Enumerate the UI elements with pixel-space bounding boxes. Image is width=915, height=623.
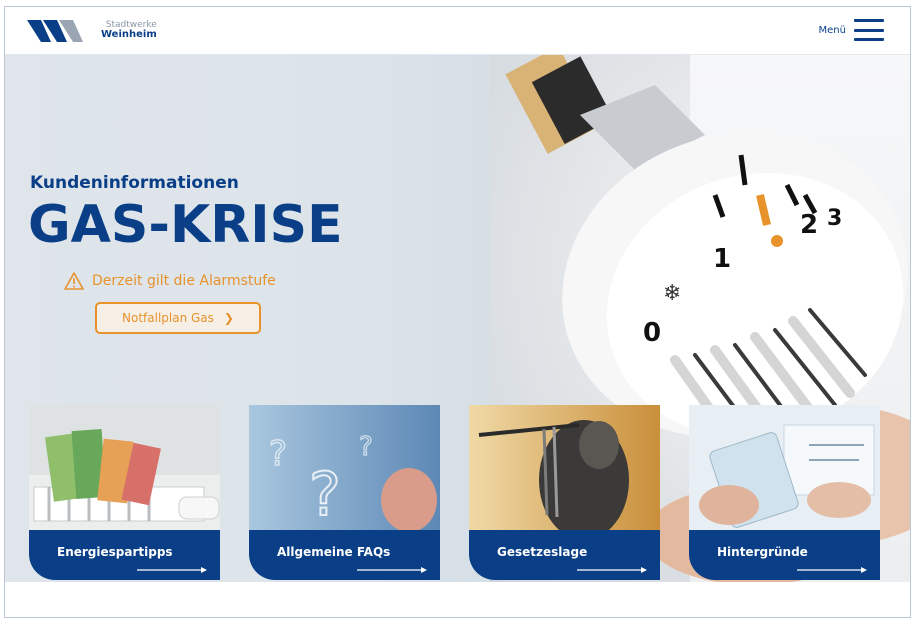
tile-energiespartipps[interactable]: Energiespartipps bbox=[29, 405, 220, 580]
hero-banner: 2 3 1 0 ❄ Kundeninformationen GAS-KRISE … bbox=[5, 55, 910, 582]
arrow-right-icon bbox=[577, 567, 647, 573]
arrow-right-icon bbox=[797, 567, 867, 573]
site-header: Stadtwerke Weinheim Menü bbox=[5, 7, 910, 55]
alert-notice: Derzeit gilt die Alarmstufe bbox=[64, 272, 276, 290]
arrow-right-icon bbox=[357, 567, 427, 573]
dial-mark-3: 3 bbox=[827, 206, 842, 231]
tile-label: Allgemeine FAQs bbox=[277, 545, 391, 559]
warning-icon bbox=[64, 272, 84, 290]
logo[interactable]: Stadtwerke Weinheim bbox=[27, 13, 157, 47]
tile-bar: Gesetzeslage bbox=[469, 530, 660, 580]
logo-big-text: Weinheim bbox=[101, 29, 157, 40]
menu-button[interactable]: Menü bbox=[819, 19, 884, 41]
dial-mark-0: 0 bbox=[643, 318, 661, 348]
logo-text: Stadtwerke Weinheim bbox=[101, 20, 157, 40]
notfallplan-gas-button[interactable]: Notfallplan Gas ❯ bbox=[95, 302, 261, 334]
tile-bar: Energiespartipps bbox=[29, 530, 220, 580]
dial-mark-1: 1 bbox=[713, 244, 731, 274]
tile-label: Energiespartipps bbox=[57, 545, 173, 559]
hamburger-icon bbox=[854, 19, 884, 41]
svg-text:?: ? bbox=[269, 434, 287, 474]
browser-frame: Stadtwerke Weinheim Menü 2 3 1 0 ❄ Kunde… bbox=[4, 6, 911, 618]
tile-label: Hintergründe bbox=[717, 545, 808, 559]
dial-mark-2: 2 bbox=[800, 210, 818, 240]
hero-subtitle: Kundeninformationen bbox=[30, 173, 239, 193]
cta-label: Notfallplan Gas bbox=[122, 311, 214, 325]
tile-image-justitia bbox=[469, 405, 660, 530]
alert-text: Derzeit gilt die Alarmstufe bbox=[92, 273, 276, 289]
tile-gesetzeslage[interactable]: Gesetzeslage bbox=[469, 405, 660, 580]
tile-allgemeine-faqs[interactable]: ? ? ? ? Allgemeine FAQs bbox=[249, 405, 440, 580]
logo-mark-icon bbox=[27, 20, 83, 42]
svg-text:?: ? bbox=[359, 432, 373, 462]
hero-title: GAS-KRISE bbox=[28, 195, 343, 255]
tile-bar: Allgemeine FAQs bbox=[249, 530, 440, 580]
tile-image-question-marks: ? ? ? ? bbox=[249, 405, 440, 530]
chevron-right-icon: ❯ bbox=[223, 311, 234, 325]
tile-image-tablet bbox=[689, 405, 880, 530]
arrow-right-icon bbox=[137, 567, 207, 573]
tile-label: Gesetzeslage bbox=[497, 545, 588, 559]
svg-text:?: ? bbox=[309, 460, 341, 530]
tile-bar: Hintergründe bbox=[689, 530, 880, 580]
tile-hintergruende[interactable]: Hintergründe bbox=[689, 405, 880, 580]
snowflake-icon: ❄ bbox=[663, 281, 681, 306]
menu-label: Menü bbox=[818, 24, 846, 36]
tile-image-money-radiator bbox=[29, 405, 220, 530]
